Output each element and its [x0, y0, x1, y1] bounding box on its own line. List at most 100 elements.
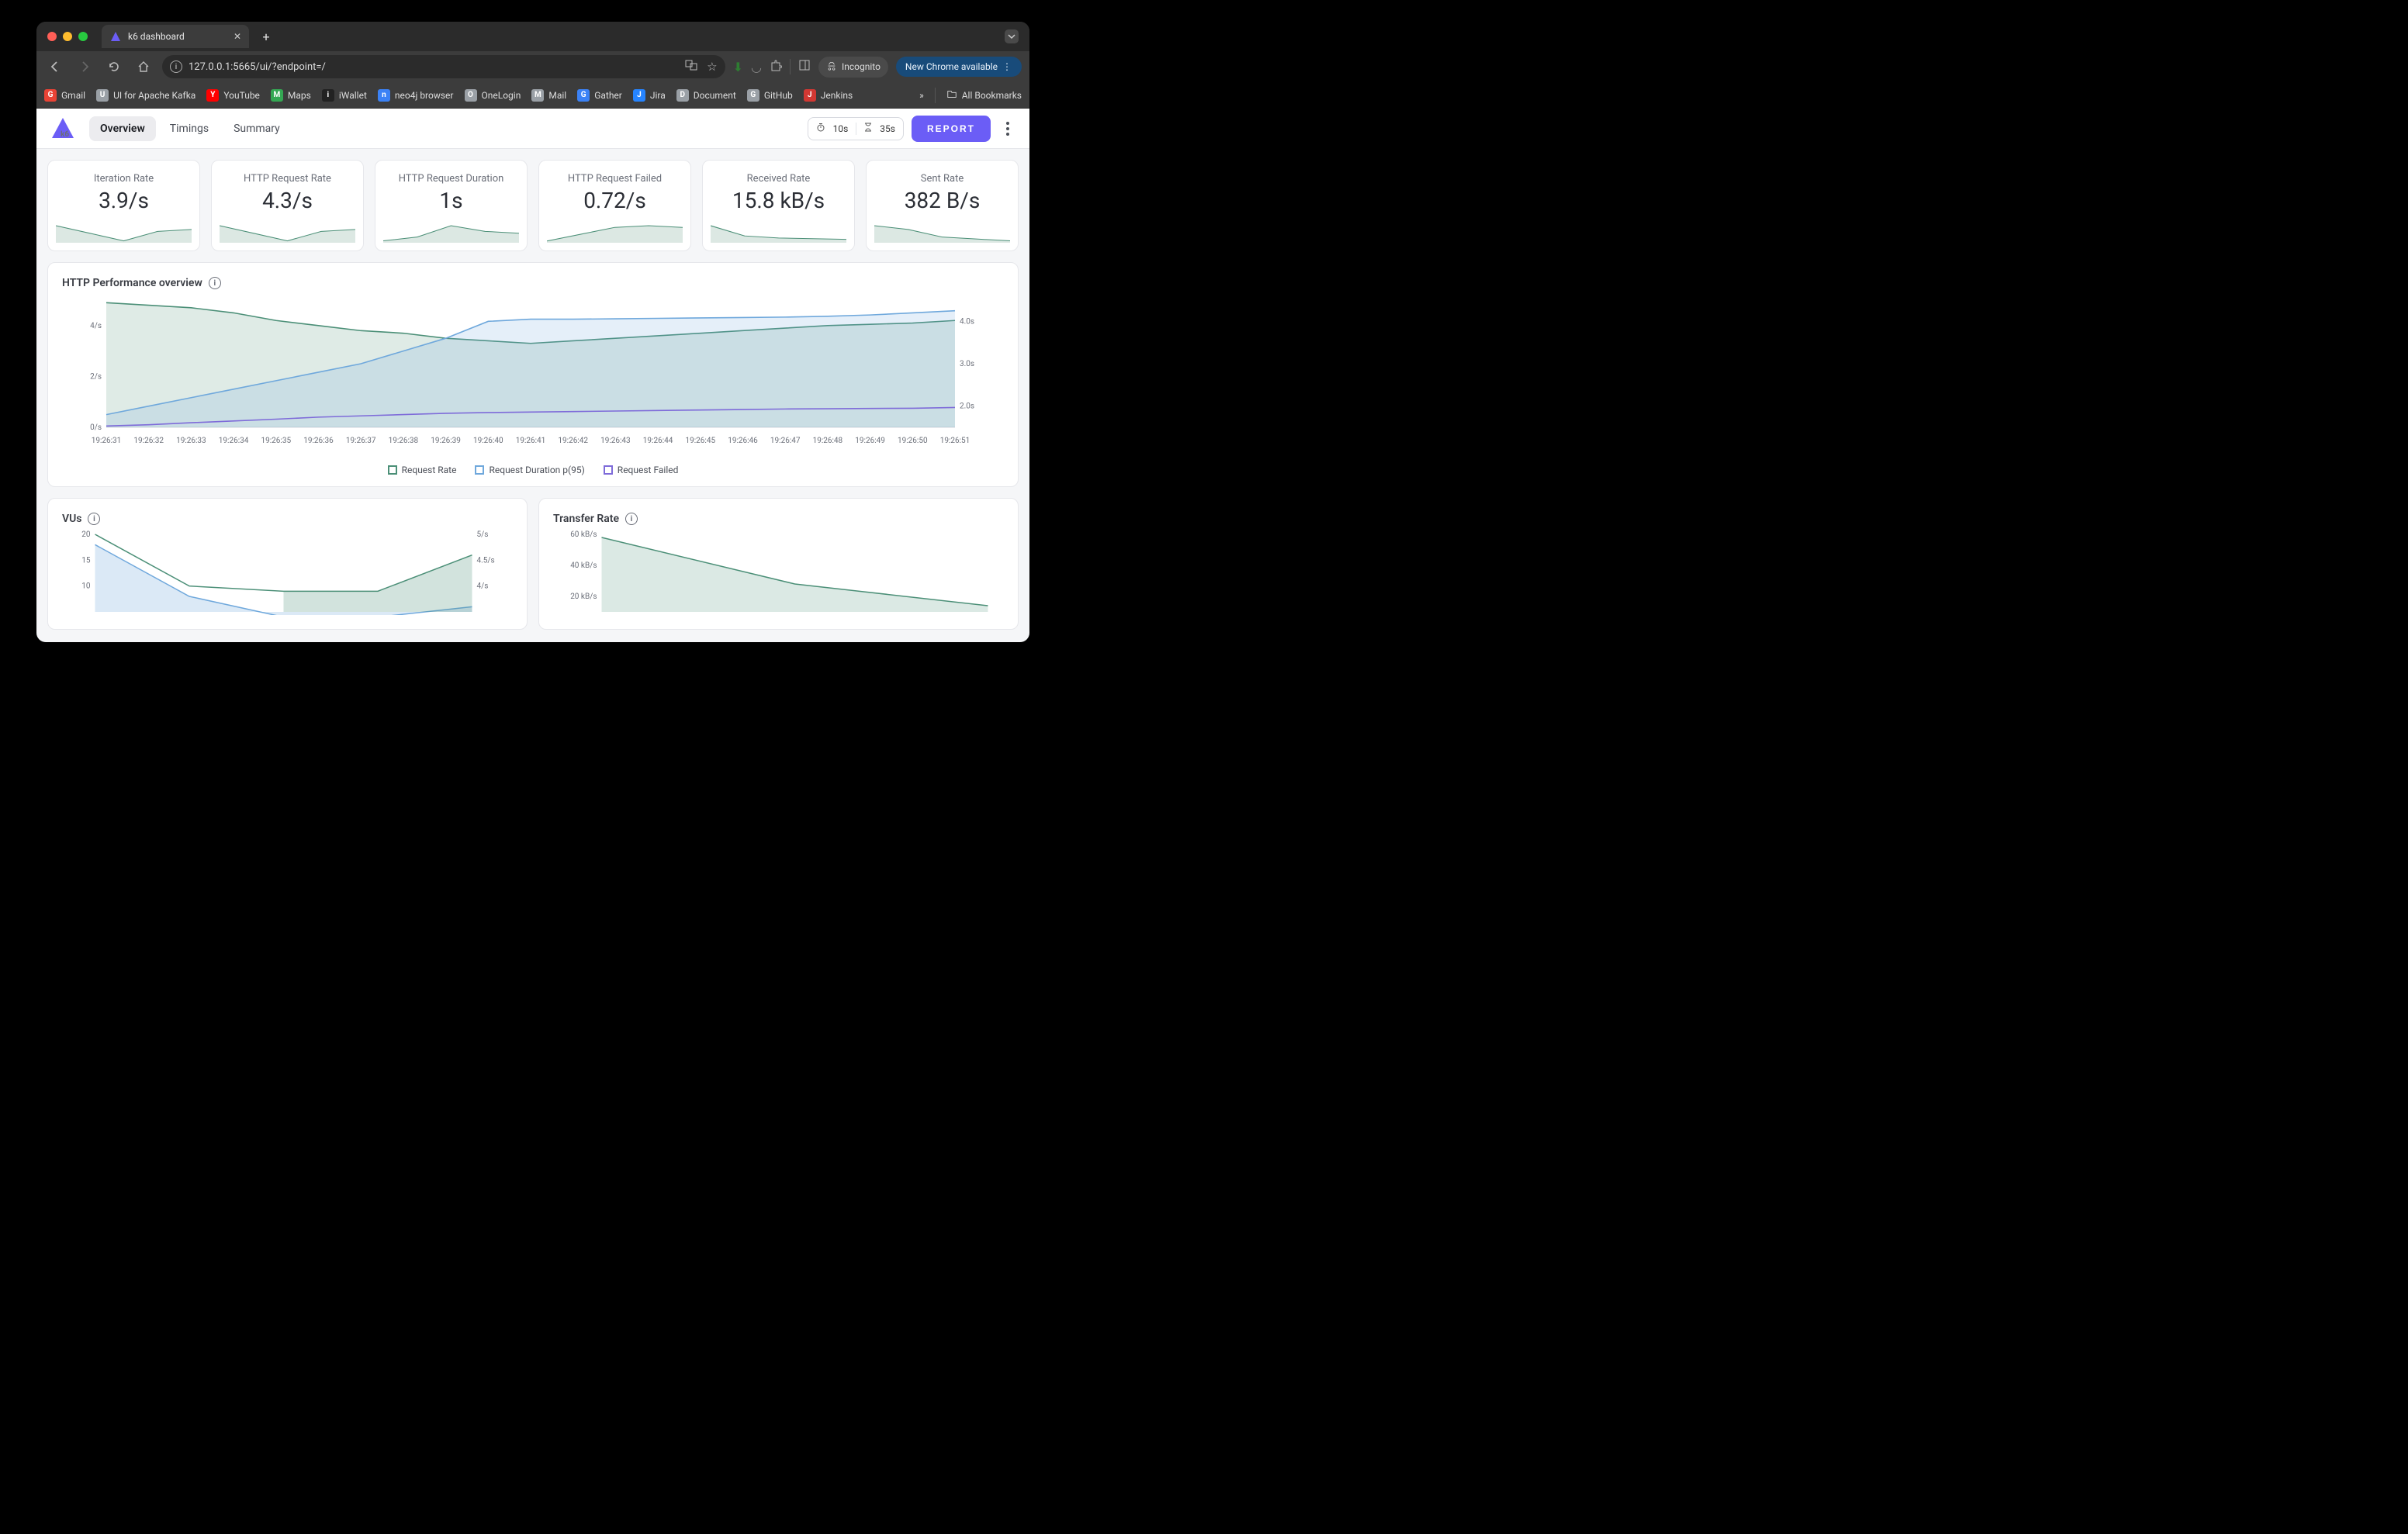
bookmark-item[interactable]: GGmail: [44, 89, 85, 102]
bookmark-favicon-icon: Y: [206, 89, 219, 102]
bookmark-favicon-icon: U: [96, 89, 109, 102]
info-icon[interactable]: i: [209, 277, 221, 289]
maximize-window-button[interactable]: [78, 32, 88, 41]
bookmark-label: Mail: [548, 90, 566, 101]
vus-panel: VUs i 1015204/s4.5/s5/s: [47, 498, 528, 630]
svg-text:19:26:34: 19:26:34: [219, 437, 249, 445]
reload-button[interactable]: [103, 56, 125, 78]
sparkline-chart: [874, 221, 1010, 243]
bookmark-item[interactable]: nneo4j browser: [378, 89, 454, 102]
all-bookmarks-button[interactable]: All Bookmarks: [946, 88, 1022, 102]
bookmark-label: Maps: [288, 90, 311, 101]
time-controls[interactable]: 10s 35s: [808, 117, 904, 140]
svg-text:19:26:37: 19:26:37: [346, 437, 376, 445]
transfer-rate-panel: Transfer Rate i 20 kB/s40 kB/s60 kB/s: [538, 498, 1019, 630]
bookmark-item[interactable]: iiWallet: [322, 89, 367, 102]
svg-text:4/s: 4/s: [477, 582, 489, 591]
download-icon[interactable]: ⬇: [733, 60, 743, 74]
page-content: k6 OverviewTimingsSummary 10s 35s REPORT…: [36, 109, 1029, 642]
bookmark-item[interactable]: JJira: [633, 89, 666, 102]
card-value: 1s: [383, 188, 519, 213]
bookmark-item[interactable]: M Mail: [531, 89, 566, 102]
divider: [790, 59, 791, 74]
bookmark-item[interactable]: YYouTube: [206, 89, 260, 102]
bookmark-favicon-icon: G: [747, 89, 759, 102]
translate-icon[interactable]: [685, 59, 697, 74]
bookmark-item[interactable]: MMaps: [271, 89, 311, 102]
main-tabs: OverviewTimingsSummary: [89, 116, 291, 141]
svg-text:19:26:39: 19:26:39: [431, 437, 461, 445]
card-label: HTTP Request Rate: [220, 173, 355, 185]
report-button[interactable]: REPORT: [912, 116, 991, 142]
tab-list-button[interactable]: [1005, 29, 1019, 43]
legend-item[interactable]: Request Duration p(95): [475, 465, 584, 475]
back-button[interactable]: [44, 56, 66, 78]
bookmark-item[interactable]: GGather: [577, 89, 622, 102]
minimize-window-button[interactable]: [63, 32, 72, 41]
bookmark-item[interactable]: JJenkins: [804, 89, 853, 102]
svg-text:19:26:42: 19:26:42: [558, 437, 588, 445]
new-tab-button[interactable]: +: [255, 26, 277, 47]
svg-text:19:26:36: 19:26:36: [303, 437, 334, 445]
more-menu-button[interactable]: [998, 122, 1017, 136]
close-window-button[interactable]: [47, 32, 57, 41]
chrome-update-button[interactable]: New Chrome available ⋮: [896, 57, 1022, 77]
bookmark-favicon-icon: M: [531, 89, 544, 102]
favicon-icon: [109, 30, 122, 43]
svg-text:20: 20: [81, 530, 91, 539]
chart-legend: Request Rate Request Duration p(95) Reques…: [62, 465, 1004, 475]
summary-card: Sent Rate 382 B/s: [866, 160, 1019, 251]
address-bar[interactable]: i 127.0.0.1:5665/ui/?endpoint=/ ☆: [162, 55, 725, 78]
legend-item[interactable]: Request Failed: [604, 465, 679, 475]
transfer-rate-chart: 20 kB/s40 kB/s60 kB/s: [553, 530, 1004, 615]
extensions-puzzle-icon[interactable]: [770, 59, 782, 74]
summary-card: HTTP Request Rate 4.3/s: [211, 160, 364, 251]
close-tab-icon[interactable]: ✕: [234, 31, 241, 42]
window-controls: [47, 32, 88, 41]
incognito-icon: [826, 60, 837, 74]
side-panel-icon[interactable]: [798, 59, 811, 74]
http-performance-panel: HTTP Performance overview i 0/s2/s4/s2.0…: [47, 262, 1019, 487]
bookmark-item[interactable]: GGitHub: [747, 89, 793, 102]
sparkline-chart: [383, 221, 519, 243]
bookmark-favicon-icon: J: [633, 89, 645, 102]
extension-icon[interactable]: ◡: [751, 60, 762, 74]
tab-summary[interactable]: Summary: [223, 116, 291, 141]
bookmarks-overflow-icon[interactable]: »: [919, 90, 924, 101]
bookmark-item[interactable]: DDocument: [676, 89, 736, 102]
svg-text:2.0s: 2.0s: [960, 403, 974, 411]
svg-text:19:26:31: 19:26:31: [92, 437, 122, 445]
info-icon[interactable]: i: [625, 513, 638, 525]
bookmark-star-icon[interactable]: ☆: [707, 60, 717, 74]
home-button[interactable]: [133, 56, 154, 78]
svg-text:19:26:46: 19:26:46: [728, 437, 758, 445]
card-value: 4.3/s: [220, 188, 355, 213]
stopwatch-icon: [816, 123, 825, 134]
card-label: Iteration Rate: [56, 173, 192, 185]
sparkline-chart: [711, 221, 846, 243]
bookmark-label: neo4j browser: [395, 90, 454, 101]
bookmark-item[interactable]: U UI for Apache Kafka: [96, 89, 195, 102]
incognito-badge[interactable]: Incognito: [818, 57, 888, 78]
legend-item[interactable]: Request Rate: [388, 465, 457, 475]
svg-text:19:26:32: 19:26:32: [133, 437, 164, 445]
svg-text:19:26:40: 19:26:40: [473, 437, 503, 445]
card-value: 3.9/s: [56, 188, 192, 213]
refresh-interval: 10s: [833, 123, 849, 134]
summary-card: HTTP Request Failed 0.72/s: [538, 160, 691, 251]
app-topbar: k6 OverviewTimingsSummary 10s 35s REPORT: [36, 109, 1029, 149]
info-icon[interactable]: i: [88, 513, 100, 525]
sparkline-chart: [220, 221, 355, 243]
card-label: HTTP Request Duration: [383, 173, 519, 185]
summary-card: HTTP Request Duration 1s: [375, 160, 528, 251]
tab-overview[interactable]: Overview: [89, 116, 156, 141]
forward-button[interactable]: [74, 56, 95, 78]
bookmark-label: UI for Apache Kafka: [113, 90, 195, 101]
browser-tab[interactable]: k6 dashboard ✕: [102, 25, 249, 48]
bookmark-item[interactable]: OOneLogin: [465, 89, 521, 102]
tab-timings[interactable]: Timings: [159, 116, 220, 141]
svg-text:3.0s: 3.0s: [960, 360, 974, 368]
svg-text:4.5/s: 4.5/s: [477, 556, 495, 565]
card-value: 15.8 kB/s: [711, 188, 846, 213]
site-info-icon[interactable]: i: [170, 60, 182, 73]
